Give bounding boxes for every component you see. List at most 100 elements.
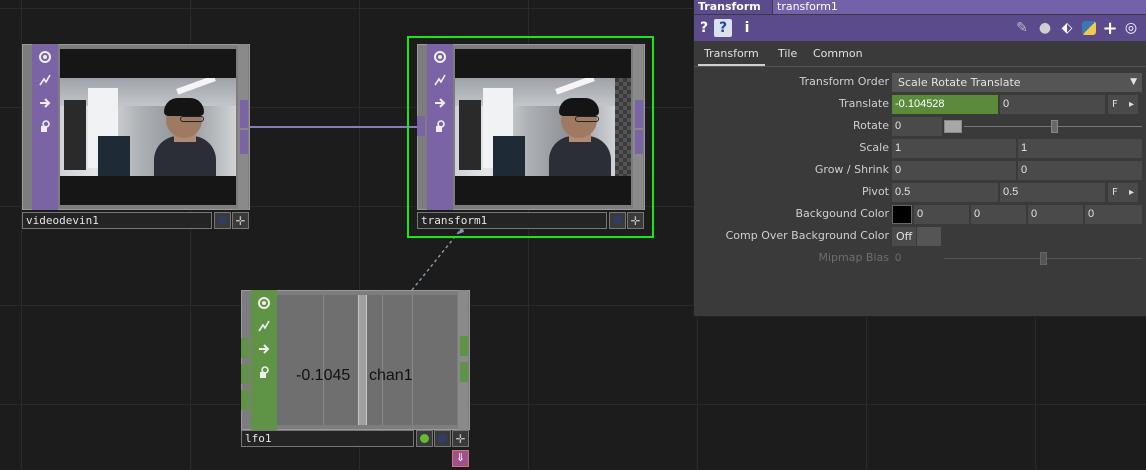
- transform-order-menu[interactable]: Scale Rotate Translate ▼: [892, 73, 1142, 92]
- tag-icon[interactable]: ⬖: [1058, 19, 1076, 37]
- node-name-label[interactable]: videodevin1: [22, 212, 212, 229]
- mipmap-slider-knob[interactable]: [1040, 252, 1047, 265]
- input-port[interactable]: [417, 116, 425, 136]
- output-port[interactable]: [635, 100, 643, 128]
- grow-x-field[interactable]: 0: [892, 161, 1016, 180]
- pivot-mode-button[interactable]: F ▸: [1108, 183, 1138, 202]
- display-flag[interactable]: [609, 212, 626, 229]
- add-icon[interactable]: ✛: [452, 430, 469, 447]
- translate-mode-button[interactable]: F ▸: [1108, 95, 1138, 114]
- bg-color-b-field[interactable]: 0: [1028, 205, 1083, 224]
- viewer-toggle-icon[interactable]: [430, 47, 450, 67]
- bg-color-r-field[interactable]: 0: [914, 205, 969, 224]
- op-type-label: Transform: [694, 0, 772, 14]
- comp-over-toggle[interactable]: Off: [892, 227, 916, 246]
- input-port-3[interactable]: [241, 390, 249, 410]
- cook-icon[interactable]: [430, 70, 450, 90]
- param-label: Rotate: [852, 119, 889, 132]
- cook-flag[interactable]: [416, 430, 433, 447]
- scale-y-field[interactable]: 1: [1018, 139, 1142, 158]
- bg-color-g-field[interactable]: 0: [971, 205, 1026, 224]
- input-port[interactable]: [241, 338, 249, 358]
- output-port-2[interactable]: [635, 130, 643, 154]
- network-editor[interactable]: videodevin1 ✛ transform1 ✛ -0.1045 chan1…: [0, 0, 1146, 470]
- camera-image: [455, 78, 615, 176]
- mipmap-field[interactable]: 0: [892, 249, 942, 268]
- node-viewer[interactable]: -0.1045 chan1: [277, 295, 457, 425]
- pivot-x-field[interactable]: 0.5: [892, 183, 998, 202]
- display-flag[interactable]: [434, 430, 451, 447]
- param-label: Comp Over Background Color: [725, 229, 889, 242]
- bg-color-swatch[interactable]: [892, 205, 912, 224]
- node-name-label[interactable]: lfo1: [241, 430, 414, 447]
- param-label: Scale: [859, 141, 889, 154]
- tab-tile[interactable]: Tile: [772, 44, 803, 66]
- param-pivot: Pivot 0.5 0.5 F ▸: [694, 182, 1146, 202]
- output-port-2[interactable]: [460, 362, 468, 382]
- add-icon[interactable]: ✛: [627, 212, 644, 229]
- tab-transform[interactable]: Transform: [698, 44, 765, 66]
- viewer-toggle-icon[interactable]: [254, 293, 274, 313]
- cook-icon[interactable]: [254, 316, 274, 336]
- node-lfo1[interactable]: -0.1045 chan1 lfo1 ✛ ⇓: [241, 290, 470, 468]
- transparency-checker: [615, 78, 631, 176]
- node-viewer[interactable]: [60, 49, 236, 205]
- output-port-2[interactable]: [240, 130, 248, 154]
- bypass-icon[interactable]: [430, 93, 450, 113]
- node-videodevin1[interactable]: videodevin1 ✛: [22, 44, 250, 230]
- chevron-right-icon: ▸: [1128, 99, 1134, 110]
- edit-icon[interactable]: ✎: [1014, 19, 1030, 37]
- help-icon[interactable]: ?: [698, 19, 710, 37]
- add-icon[interactable]: ✛: [232, 212, 249, 229]
- node-right-strip: [458, 290, 468, 430]
- pivot-y-field[interactable]: 0.5: [1000, 183, 1105, 202]
- parameter-panel[interactable]: Transform transform1 ? ? i ✎ ● ⬖ + ◎ Tra…: [693, 0, 1146, 317]
- viewer-icon[interactable]: ◎: [1122, 19, 1140, 37]
- param-comp-over: Comp Over Background Color Off: [694, 226, 1146, 246]
- lock-icon[interactable]: [35, 116, 55, 136]
- input-port-2[interactable]: [241, 364, 249, 384]
- translate-y-field[interactable]: 0: [1000, 95, 1105, 114]
- channel-name: chan1: [369, 367, 413, 384]
- add-icon[interactable]: +: [1102, 18, 1118, 39]
- param-rotate: Rotate 0: [694, 116, 1146, 136]
- python-help-icon[interactable]: ?: [714, 19, 732, 37]
- rotate-slider-handle[interactable]: [944, 120, 962, 133]
- node-left-strip: [251, 290, 277, 430]
- node-transform1[interactable]: transform1 ✛: [417, 44, 645, 230]
- param-label: Pivot: [861, 185, 889, 198]
- scale-x-field[interactable]: 1: [892, 139, 1016, 158]
- output-port[interactable]: [240, 100, 248, 128]
- param-label: Transform Order: [799, 75, 889, 88]
- node-name-label[interactable]: transform1: [417, 212, 607, 229]
- bypass-icon[interactable]: [254, 339, 274, 359]
- bypass-icon[interactable]: [35, 93, 55, 113]
- comp-over-toggle-box[interactable]: [917, 227, 941, 246]
- comment-icon[interactable]: ●: [1036, 19, 1054, 37]
- param-translate: Translate -0.104528 0 F ▸: [694, 94, 1146, 114]
- tab-common[interactable]: Common: [807, 44, 869, 66]
- info-icon[interactable]: i: [742, 19, 752, 37]
- display-flag[interactable]: [214, 212, 231, 229]
- rotate-field[interactable]: 0: [892, 117, 942, 136]
- lock-icon[interactable]: [254, 362, 274, 382]
- grow-y-field[interactable]: 0: [1018, 161, 1142, 180]
- node-viewer[interactable]: [455, 49, 631, 205]
- camera-image: [60, 78, 236, 176]
- export-flag-icon[interactable]: ⇓: [452, 450, 469, 467]
- output-port[interactable]: [460, 336, 468, 356]
- param-label: Backgound Color: [795, 207, 889, 220]
- python-icon[interactable]: [1080, 19, 1098, 37]
- lock-icon[interactable]: [430, 116, 450, 136]
- panel-toolbar: ? ? i ✎ ● ⬖ + ◎: [694, 15, 1146, 41]
- translate-x-field[interactable]: -0.104528: [892, 95, 998, 114]
- bg-color-a-field[interactable]: 0: [1085, 205, 1142, 224]
- param-transform-order: Transform Order Scale Rotate Translate ▼: [694, 72, 1146, 92]
- cook-icon[interactable]: [35, 70, 55, 90]
- param-scale: Scale 1 1: [694, 138, 1146, 158]
- param-label: Mipmap Bias: [818, 251, 889, 264]
- viewer-toggle-icon[interactable]: [35, 47, 55, 67]
- op-name-field[interactable]: transform1: [773, 0, 1146, 14]
- rotate-slider-knob[interactable]: [1051, 120, 1058, 133]
- node-left-strip: [32, 44, 58, 210]
